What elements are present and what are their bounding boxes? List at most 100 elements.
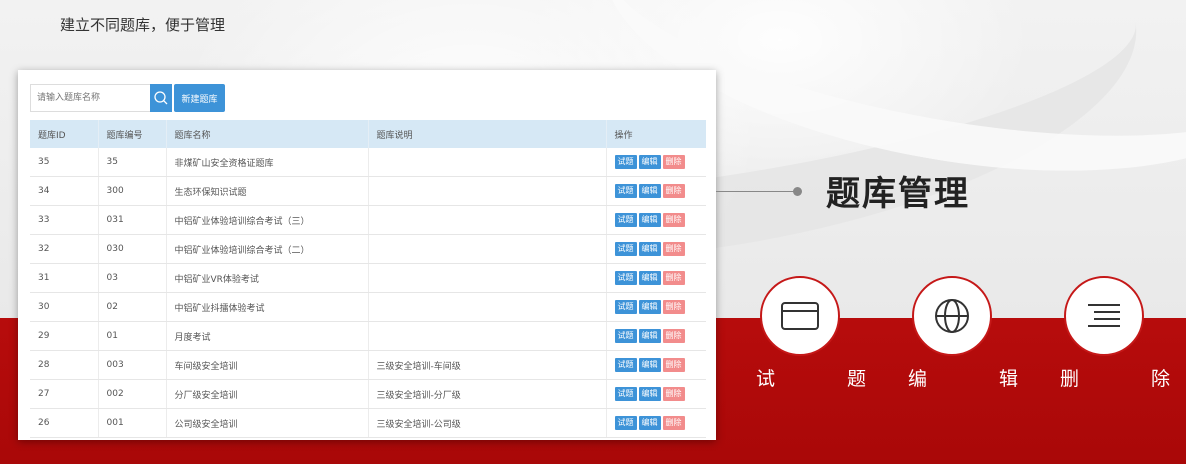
page-caption: 建立不同题库，便于管理 [60, 16, 226, 34]
delete-button[interactable]: 删除 [662, 155, 685, 169]
feature-questions [760, 276, 842, 356]
cell-desc: 三级安全培训-分厂级 [368, 379, 607, 409]
search-button[interactable] [150, 84, 172, 112]
questions-button[interactable]: 试题 [614, 271, 637, 285]
cell-code: 300 [98, 176, 167, 206]
edit-button[interactable]: 编辑 [638, 300, 661, 314]
questions-button[interactable]: 试题 [614, 358, 637, 372]
column-header-name: 题库名称 [166, 120, 369, 148]
row-actions: 试题 编辑 删除 [614, 358, 699, 372]
cell-name: 中铝矿业VR体验考试 [166, 263, 369, 293]
table-row: 30 02 中铝矿业抖擂体验考试 试题 编辑 删除 [30, 292, 706, 322]
cell-actions: 试题 编辑 删除 [606, 292, 706, 322]
cell-id: 30 [30, 292, 99, 322]
delete-button[interactable]: 删除 [662, 416, 685, 430]
cell-id: 32 [30, 234, 99, 264]
cell-actions: 试题 编辑 删除 [606, 263, 706, 293]
questions-button[interactable]: 试题 [614, 416, 637, 430]
cell-id: 31 [30, 263, 99, 293]
cell-id: 28 [30, 350, 99, 380]
delete-button[interactable]: 删除 [662, 329, 685, 343]
feature-circle [760, 276, 840, 356]
cell-id: 26 [30, 408, 99, 438]
edit-button[interactable]: 编辑 [638, 242, 661, 256]
cell-code: 002 [98, 379, 167, 409]
questions-button[interactable]: 试题 [614, 213, 637, 227]
cell-code: 35 [98, 148, 167, 177]
table-row: 35 35 非煤矿山安全资格证题库 试题 编辑 删除 [30, 148, 706, 177]
questions-button[interactable]: 试题 [614, 387, 637, 401]
cell-name: 车间级安全培训 [166, 350, 369, 380]
edit-button[interactable]: 编辑 [638, 387, 661, 401]
cell-name: 公司级安全培训 [166, 408, 369, 438]
delete-button[interactable]: 删除 [662, 300, 685, 314]
card-icon [781, 302, 819, 330]
cell-actions: 试题 编辑 删除 [606, 176, 706, 206]
row-actions: 试题 编辑 删除 [614, 416, 699, 430]
cell-name: 中铝矿业抖擂体验考试 [166, 292, 369, 322]
connector-line [716, 191, 795, 192]
row-actions: 试题 编辑 删除 [614, 155, 699, 169]
bank-table: 题库ID 题库编号 题库名称 题库说明 操作 35 35 非煤矿山安全资格证题库 试题… [30, 120, 706, 438]
table-row: 34 300 生态环保知识试题 试题 编辑 删除 [30, 176, 706, 206]
delete-button[interactable]: 删除 [662, 271, 685, 285]
cell-actions: 试题 编辑 删除 [606, 234, 706, 264]
edit-button[interactable]: 编辑 [638, 329, 661, 343]
cell-actions: 试题 编辑 删除 [606, 350, 706, 380]
edit-button[interactable]: 编辑 [638, 155, 661, 169]
column-header-desc: 题库说明 [368, 120, 607, 148]
row-actions: 试题 编辑 删除 [614, 184, 699, 198]
row-actions: 试题 编辑 删除 [614, 213, 699, 227]
edit-button[interactable]: 编辑 [638, 358, 661, 372]
lines-icon [1088, 304, 1120, 327]
cell-desc: 三级安全培训-车间级 [368, 350, 607, 380]
edit-button[interactable]: 编辑 [638, 213, 661, 227]
connector-dot [793, 187, 802, 196]
feature-label-char: 删 [1060, 368, 1080, 390]
questions-button[interactable]: 试题 [614, 329, 637, 343]
delete-button[interactable]: 删除 [662, 387, 685, 401]
column-header-code: 题库编号 [98, 120, 167, 148]
table-row: 33 031 中铝矿业体验培训综合考试（三） 试题 编辑 删除 [30, 205, 706, 235]
feature-label-char: 编 [908, 368, 928, 390]
new-bank-button[interactable]: 新建题库 [174, 84, 225, 112]
cell-id: 35 [30, 148, 99, 177]
delete-button[interactable]: 删除 [662, 358, 685, 372]
cell-code: 001 [98, 408, 167, 438]
cell-code: 03 [98, 263, 167, 293]
section-heading: 题库管理 [826, 174, 970, 214]
row-actions: 试题 编辑 删除 [614, 271, 699, 285]
row-actions: 试题 编辑 删除 [614, 329, 699, 343]
questions-button[interactable]: 试题 [614, 155, 637, 169]
cell-desc [368, 176, 607, 206]
edit-button[interactable]: 编辑 [638, 271, 661, 285]
delete-button[interactable]: 删除 [662, 242, 685, 256]
delete-button[interactable]: 删除 [662, 184, 685, 198]
cell-code: 01 [98, 321, 167, 351]
questions-button[interactable]: 试题 [614, 242, 637, 256]
cell-id: 33 [30, 205, 99, 235]
cell-code: 031 [98, 205, 167, 235]
search-input[interactable] [30, 84, 150, 112]
questions-button[interactable]: 试题 [614, 300, 637, 314]
feature-label-char: 试 [756, 368, 776, 390]
cell-code: 030 [98, 234, 167, 264]
cell-actions: 试题 编辑 删除 [606, 321, 706, 351]
feature-delete [1064, 276, 1146, 356]
cell-name: 分厂级安全培训 [166, 379, 369, 409]
row-actions: 试题 编辑 删除 [614, 300, 699, 314]
delete-button[interactable]: 删除 [662, 213, 685, 227]
column-header-actions: 操作 [606, 120, 706, 148]
edit-button[interactable]: 编辑 [638, 184, 661, 198]
cell-desc [368, 205, 607, 235]
questions-button[interactable]: 试题 [614, 184, 637, 198]
table-row: 29 01 月度考试 试题 编辑 删除 [30, 321, 706, 351]
feature-label-char: 辑 [998, 368, 1018, 390]
cell-id: 27 [30, 379, 99, 409]
cell-desc: 三级安全培训-公司级 [368, 408, 607, 438]
cell-name: 月度考试 [166, 321, 369, 351]
cell-name: 生态环保知识试题 [166, 176, 369, 206]
cell-name: 中铝矿业体验培训综合考试（二） [166, 234, 369, 264]
edit-button[interactable]: 编辑 [638, 416, 661, 430]
row-actions: 试题 编辑 删除 [614, 242, 699, 256]
